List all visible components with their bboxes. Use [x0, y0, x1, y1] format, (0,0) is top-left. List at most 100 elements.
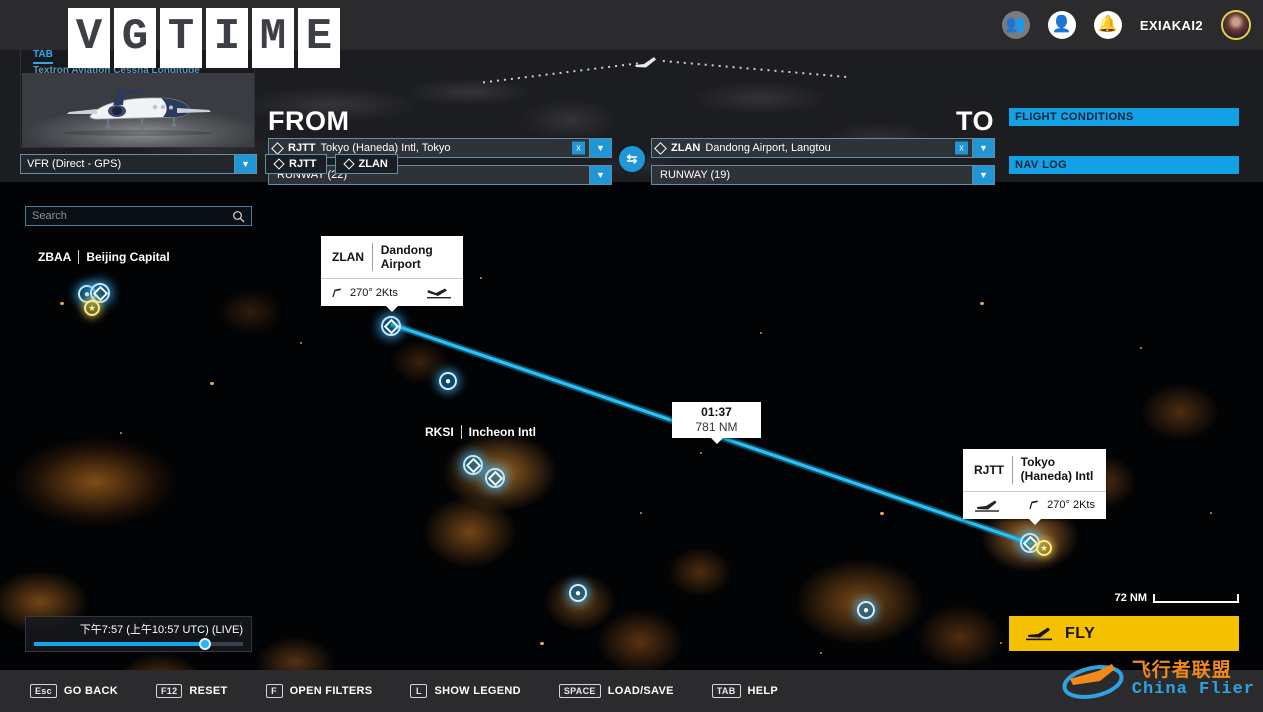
star-poi-icon[interactable]: ★ — [1036, 540, 1052, 556]
poi-pin-icon[interactable]: ● — [569, 584, 587, 602]
airport-name: Beijing Capital — [86, 250, 170, 264]
flight-rules-dropdown-arrow[interactable]: ▼ — [235, 154, 257, 174]
callout-pointer — [1028, 518, 1041, 525]
key-badge: F — [265, 684, 283, 698]
to-runway-field[interactable]: RUNWAY (19) — [651, 165, 973, 185]
to-airport-dropdown-arrow[interactable]: ▼ — [973, 138, 995, 158]
hint-label: GO BACK — [63, 685, 118, 697]
hint-open-filters[interactable]: F OPEN FILTERS — [265, 684, 373, 698]
callout-header: ZLAN Dandong Airport — [321, 236, 463, 279]
map-poi-pin-c[interactable]: ● — [857, 601, 875, 619]
waypoint-chip-rjtt[interactable]: RJTT — [265, 154, 327, 174]
route-info-badge: 01:37 781 NM — [672, 402, 761, 444]
username-label: EXIAKAI2 — [1139, 17, 1203, 33]
callout-icao: RJTT — [974, 462, 1004, 477]
star-poi-icon[interactable]: ★ — [84, 300, 100, 316]
to-runway-dropdown-arrow[interactable]: ▼ — [973, 165, 995, 185]
aircraft-preview-image — [22, 73, 254, 147]
from-airport-dropdown-arrow[interactable]: ▼ — [590, 138, 612, 158]
fly-button-label: FLY — [1065, 624, 1096, 642]
map-poi-pin-a[interactable]: ● — [439, 372, 457, 390]
aircraft-tabs: TAB INFO — [33, 49, 93, 64]
swap-from-to-button[interactable]: ⇆ — [619, 146, 645, 172]
airport-marker-icon[interactable] — [381, 316, 401, 336]
header-plane-icon — [635, 57, 656, 68]
callout-airport-name: Tokyo (Haneda) Intl — [1020, 455, 1094, 483]
time-slider-fill — [34, 642, 206, 646]
tab-info[interactable]: INFO — [69, 49, 93, 64]
arrival-callout[interactable]: RJTT Tokyo (Haneda) Intl 270° 2Kts — [963, 449, 1106, 525]
profile-icon[interactable]: 👤 — [1047, 11, 1076, 39]
wind-sock-icon — [332, 288, 341, 297]
airport-diamond-icon — [271, 141, 284, 155]
time-label: 下午7:57 (上午10:57 UTC) (LIVE) — [79, 624, 243, 636]
waypoint-chip-zlan[interactable]: ZLAN — [334, 154, 398, 174]
time-slider-handle[interactable] — [199, 638, 212, 650]
to-clear-button[interactable]: x — [955, 141, 968, 155]
key-badge: SPACE — [558, 684, 601, 698]
to-airport-name: Dandong Airport, Langtou — [705, 142, 831, 154]
map-poi-airport-rkss[interactable] — [485, 468, 505, 488]
scale-ruler — [1153, 593, 1239, 603]
callout-header: RJTT Tokyo (Haneda) Intl — [963, 449, 1106, 492]
map-label-rksi: RKSI Incheon Intl — [425, 425, 536, 439]
notifications-icon[interactable]: 🔔 — [1093, 11, 1122, 39]
hint-show-legend[interactable]: L SHOW LEGEND — [410, 684, 521, 698]
hint-reset[interactable]: F12 RESET — [155, 684, 228, 698]
tab-aircraft[interactable]: TAB — [33, 49, 53, 64]
nav-log-title[interactable]: NAV LOG — [1009, 156, 1239, 174]
map-poi-airport-zlan[interactable] — [381, 316, 401, 336]
airport-marker-icon[interactable] — [485, 468, 505, 488]
divider — [372, 243, 373, 271]
route-duration: 01:37 — [701, 405, 732, 419]
search-box[interactable] — [25, 206, 252, 226]
flight-rules-field[interactable]: VFR (Direct - GPS) — [20, 154, 235, 174]
flight-rules-value: VFR (Direct - GPS) — [27, 158, 122, 170]
friends-icon[interactable]: 👥 — [1001, 11, 1030, 39]
map-poi-pin-b[interactable]: ● — [569, 584, 587, 602]
poi-pin-icon[interactable]: ● — [857, 601, 875, 619]
key-badge: Esc — [30, 684, 57, 698]
search-input[interactable] — [32, 210, 232, 222]
time-slider-track[interactable] — [34, 638, 243, 650]
bottom-hint-bar: Esc GO BACK F12 RESET F OPEN FILTERS L S… — [0, 670, 1263, 712]
to-label: TO — [956, 106, 995, 136]
map-poi-airport-rksi[interactable] — [463, 455, 483, 475]
top-bar-icons: 👥 👤 🔔 EXIAKAI2 — [1001, 0, 1251, 50]
search-icon[interactable] — [232, 210, 245, 223]
from-clear-button[interactable]: x — [572, 141, 585, 155]
hint-label: OPEN FILTERS — [289, 685, 373, 697]
divider — [1012, 456, 1013, 484]
flight-conditions-title[interactable]: FLIGHT CONDITIONS — [1009, 108, 1239, 126]
world-map-canvas[interactable] — [0, 182, 1263, 670]
fly-button[interactable]: FLY — [1009, 616, 1239, 651]
business-jet-illustration — [62, 89, 212, 136]
to-runway-row: RUNWAY (19) ▼ — [651, 165, 995, 185]
top-bar: 👥 👤 🔔 EXIAKAI2 — [0, 0, 1263, 50]
hint-help[interactable]: TAB HELP — [711, 684, 778, 698]
to-airport-code: ZLAN — [671, 142, 701, 154]
avatar[interactable] — [1221, 10, 1251, 40]
landing-plane-icon — [427, 288, 451, 299]
poi-pin-icon[interactable]: ● — [439, 372, 457, 390]
to-airport-row: ZLAN Dandong Airport, Langtou x ▼ — [651, 138, 995, 158]
hint-load-save[interactable]: SPACE LOAD/SAVE — [558, 684, 674, 698]
callout-wind: 270° 2Kts — [1047, 499, 1095, 512]
callout-pointer — [710, 438, 723, 444]
map-poi-star-beijing[interactable]: ★ — [84, 300, 100, 316]
from-label: FROM — [268, 106, 350, 136]
callout-wind: 270° 2Kts — [350, 286, 398, 299]
to-airport-field[interactable]: ZLAN Dandong Airport, Langtou x — [651, 138, 973, 158]
departure-callout[interactable]: ZLAN Dandong Airport 270° 2Kts — [321, 236, 463, 312]
divider — [78, 250, 80, 264]
hint-label: LOAD/SAVE — [607, 685, 674, 697]
flight-rules-row: VFR (Direct - GPS) ▼ RJTT ZLAN — [20, 154, 398, 174]
time-slider[interactable]: 下午7:57 (上午10:57 UTC) (LIVE) — [25, 616, 252, 652]
map-poi-star-tokyo[interactable]: ★ — [1036, 540, 1052, 556]
map-scale-bar: 72 NM — [1115, 592, 1239, 604]
airport-marker-icon[interactable] — [463, 455, 483, 475]
from-runway-dropdown-arrow[interactable]: ▼ — [590, 165, 612, 185]
divider — [460, 425, 462, 439]
from-airport-name: Tokyo (Haneda) Intl, Tokyo — [320, 142, 451, 154]
hint-go-back[interactable]: Esc GO BACK — [30, 684, 118, 698]
